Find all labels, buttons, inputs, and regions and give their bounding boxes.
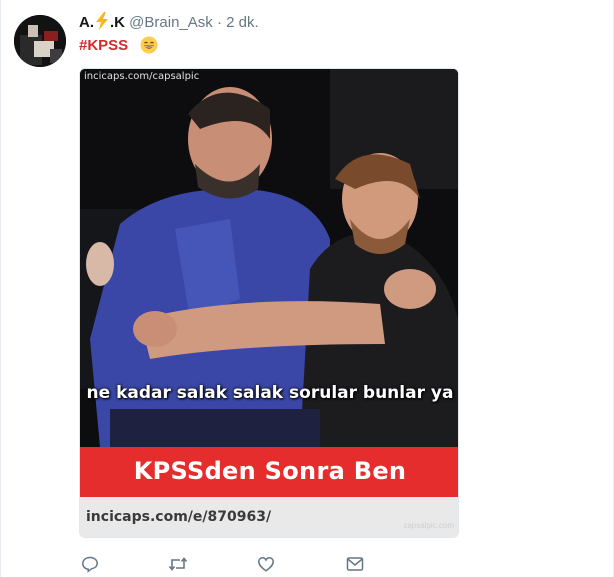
reply-button[interactable]	[79, 553, 101, 575]
tweet-actions	[79, 553, 379, 575]
like-icon	[258, 557, 274, 572]
footer-watermark: capsalpic.com	[403, 521, 454, 530]
like-button[interactable]	[255, 553, 277, 575]
retweet-button[interactable]	[167, 553, 189, 575]
direct-message-icon	[346, 557, 364, 571]
meme-footer: incicaps.com/e/870963/ capsalpic.com	[80, 497, 458, 537]
reply-icon	[82, 556, 98, 573]
meme-banner: KPSSden Sonra Ben	[80, 447, 458, 497]
tweet-text: #KPSS	[79, 36, 158, 56]
retweet-icon	[168, 557, 188, 571]
meme-caption: ne kadar salak salak sorular bunlar ya	[86, 383, 454, 403]
lightning-bolt-icon	[96, 12, 108, 30]
hashtag-link[interactable]: #KPSS	[79, 37, 128, 54]
tweet: A. .K @Brain_Ask · 2 dk. #KPSS incicaps.…	[0, 0, 614, 577]
user-handle[interactable]: @Brain_Ask	[129, 14, 213, 31]
timestamp[interactable]: 2 dk.	[226, 14, 259, 31]
footer-url: incicaps.com/e/870963/	[86, 509, 272, 525]
avatar[interactable]	[14, 15, 66, 67]
display-name[interactable]: A. .K	[79, 12, 125, 31]
separator-dot: ·	[216, 14, 222, 31]
meme-photo: incicaps.com/capsalpic ne kadar salak sa…	[80, 69, 458, 447]
banner-text: KPSSden Sonra Ben	[133, 457, 407, 485]
grinning-face-emoji-icon	[140, 36, 158, 54]
direct-message-button[interactable]	[344, 553, 366, 575]
image-watermark: incicaps.com/capsalpic	[84, 71, 200, 82]
tweet-header: A. .K @Brain_Ask · 2 dk.	[79, 12, 259, 33]
tweet-media[interactable]: incicaps.com/capsalpic ne kadar salak sa…	[79, 68, 459, 538]
